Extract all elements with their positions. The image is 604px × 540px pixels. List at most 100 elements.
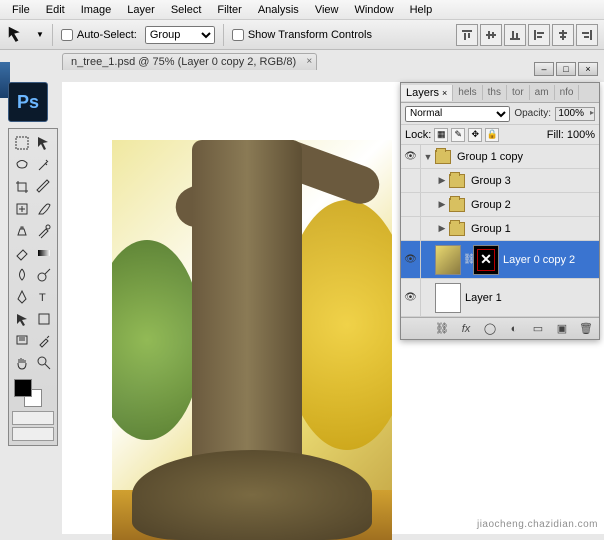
layer-name[interactable]: Layer 1: [463, 292, 595, 304]
clone-stamp-tool[interactable]: [12, 221, 32, 241]
layer-name[interactable]: Layer 0 copy 2: [501, 254, 595, 266]
align-hcenter-icon[interactable]: [552, 24, 574, 46]
lock-transparency-icon[interactable]: ▦: [434, 128, 448, 142]
blend-mode-dropdown[interactable]: Normal: [405, 106, 510, 122]
visibility-toggle[interactable]: [401, 279, 421, 316]
layer-name[interactable]: Group 2: [469, 199, 595, 211]
menu-help[interactable]: Help: [402, 2, 441, 18]
expand-icon[interactable]: ▶: [435, 175, 449, 186]
path-select-tool[interactable]: [12, 309, 32, 329]
visibility-toggle[interactable]: [401, 217, 421, 240]
auto-select-checkbox[interactable]: Auto-Select:: [61, 29, 137, 41]
svg-text:T: T: [39, 292, 46, 304]
move-tool[interactable]: [34, 133, 54, 153]
expand-icon[interactable]: ▼: [421, 152, 435, 162]
layer-thumbnail[interactable]: [435, 245, 461, 275]
new-layer-icon[interactable]: ▣: [553, 321, 571, 337]
opacity-field[interactable]: 100%: [555, 107, 595, 121]
quick-mask-toggle[interactable]: [12, 411, 54, 425]
lasso-tool[interactable]: [12, 155, 32, 175]
align-right-icon[interactable]: [576, 24, 598, 46]
layer-thumbnail[interactable]: [435, 283, 461, 313]
close-icon[interactable]: ×: [442, 88, 447, 98]
zoom-tool[interactable]: [34, 353, 54, 373]
align-vcenter-icon[interactable]: [480, 24, 502, 46]
fill-field[interactable]: 100%: [567, 129, 595, 141]
layer-row-group[interactable]: ▼ Group 1 copy: [401, 145, 599, 169]
minimize-button[interactable]: –: [534, 62, 554, 76]
document-tab[interactable]: n_tree_1.psd @ 75% (Layer 0 copy 2, RGB/…: [62, 53, 317, 70]
eraser-tool[interactable]: [12, 243, 32, 263]
align-bottom-icon[interactable]: [504, 24, 526, 46]
lock-all-icon[interactable]: 🔒: [485, 128, 499, 142]
new-group-icon[interactable]: ▭: [529, 321, 547, 337]
menu-image[interactable]: Image: [73, 2, 120, 18]
screen-mode-button[interactable]: [12, 427, 54, 441]
hand-tool[interactable]: [12, 353, 32, 373]
expand-icon[interactable]: ▶: [435, 199, 449, 210]
menu-analysis[interactable]: Analysis: [250, 2, 307, 18]
align-top-icon[interactable]: [456, 24, 478, 46]
foreground-color-swatch[interactable]: [14, 379, 32, 397]
lock-pixels-icon[interactable]: ✎: [451, 128, 465, 142]
color-swatches[interactable]: [12, 379, 54, 409]
layer-row-group[interactable]: ▶ Group 2: [401, 193, 599, 217]
close-tab-icon[interactable]: ×: [306, 56, 312, 67]
menu-layer[interactable]: Layer: [119, 2, 163, 18]
tab-info[interactable]: nfo: [555, 85, 580, 100]
document-canvas[interactable]: [112, 140, 392, 540]
dodge-tool[interactable]: [34, 265, 54, 285]
menu-edit[interactable]: Edit: [38, 2, 73, 18]
tab-channels[interactable]: hels: [453, 85, 482, 100]
visibility-toggle[interactable]: [401, 241, 421, 278]
fx-icon[interactable]: fx: [457, 321, 475, 337]
visibility-toggle[interactable]: [401, 193, 421, 216]
brush-tool[interactable]: [34, 199, 54, 219]
rect-marquee-tool[interactable]: [12, 133, 32, 153]
tab-layers[interactable]: Layers×: [401, 85, 453, 101]
tab-paths[interactable]: ths: [483, 85, 507, 100]
close-button[interactable]: ×: [578, 62, 598, 76]
lock-position-icon[interactable]: ✥: [468, 128, 482, 142]
eyedropper-tool[interactable]: [34, 331, 54, 351]
add-mask-icon[interactable]: ◯: [481, 321, 499, 337]
link-layers-icon[interactable]: ⛓: [433, 321, 451, 337]
expand-icon[interactable]: ▶: [435, 223, 449, 234]
delete-layer-icon[interactable]: 🗑: [577, 321, 595, 337]
adjustment-layer-icon[interactable]: ◐: [505, 321, 523, 337]
menu-select[interactable]: Select: [163, 2, 210, 18]
blur-tool[interactable]: [12, 265, 32, 285]
visibility-toggle[interactable]: [401, 169, 421, 192]
mask-link-icon[interactable]: ⛓: [463, 254, 473, 265]
layer-row-selected[interactable]: ⛓ ✕ Layer 0 copy 2: [401, 241, 599, 279]
visibility-toggle[interactable]: [401, 145, 421, 168]
gradient-tool[interactable]: [34, 243, 54, 263]
tab-navigator[interactable]: tor: [507, 85, 530, 100]
layer-name[interactable]: Group 1 copy: [455, 151, 595, 163]
tool-preset-dropdown-icon[interactable]: ▼: [36, 30, 44, 39]
layer-row-group[interactable]: ▶ Group 1: [401, 217, 599, 241]
layer-row-group[interactable]: ▶ Group 3: [401, 169, 599, 193]
pen-tool[interactable]: [12, 287, 32, 307]
layer-name[interactable]: Group 3: [469, 175, 595, 187]
layer-row[interactable]: Layer 1: [401, 279, 599, 317]
history-brush-tool[interactable]: [34, 221, 54, 241]
menu-file[interactable]: File: [4, 2, 38, 18]
menu-view[interactable]: View: [307, 2, 347, 18]
magic-wand-tool[interactable]: [34, 155, 54, 175]
align-left-icon[interactable]: [528, 24, 550, 46]
notes-tool[interactable]: [12, 331, 32, 351]
crop-tool[interactable]: [12, 177, 32, 197]
shape-tool[interactable]: [34, 309, 54, 329]
menu-filter[interactable]: Filter: [209, 2, 249, 18]
auto-select-dropdown[interactable]: Group: [145, 26, 215, 44]
type-tool[interactable]: T: [34, 287, 54, 307]
show-transform-checkbox[interactable]: Show Transform Controls: [232, 29, 372, 41]
mask-thumbnail-disabled[interactable]: ✕: [473, 245, 499, 275]
layer-name[interactable]: Group 1: [469, 223, 595, 235]
healing-brush-tool[interactable]: [12, 199, 32, 219]
slice-tool[interactable]: [34, 177, 54, 197]
menu-window[interactable]: Window: [346, 2, 401, 18]
tab-histogram[interactable]: am: [530, 85, 555, 100]
maximize-button[interactable]: □: [556, 62, 576, 76]
